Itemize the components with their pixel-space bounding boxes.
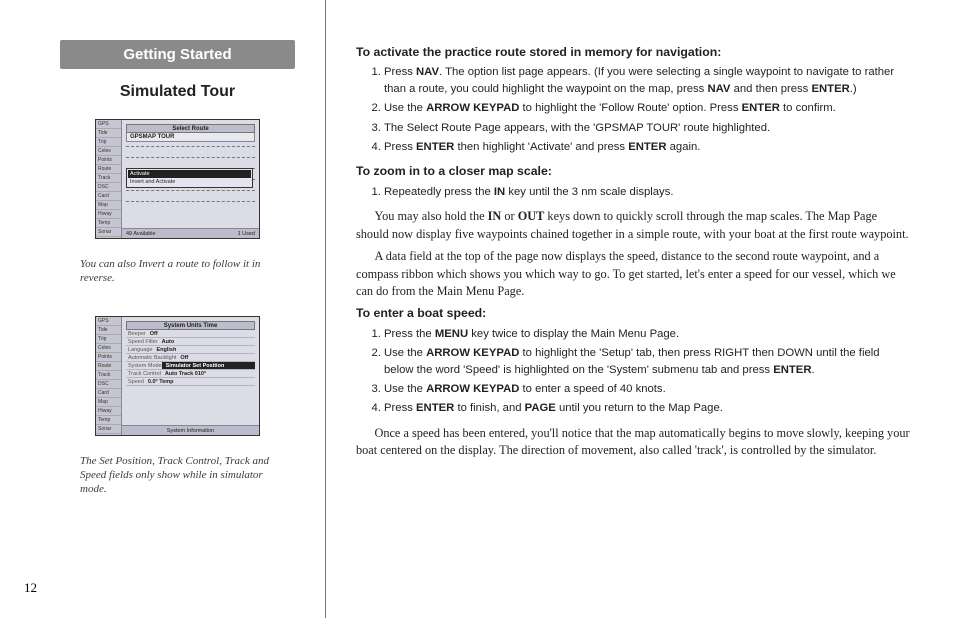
fig2-row: LanguageEnglish [126, 346, 255, 354]
steps-boat-speed: Press the MENU key twice to display the … [356, 326, 910, 417]
mini-tab: Route [96, 165, 121, 174]
mini-tab: Map [96, 398, 121, 407]
steps-zoom: Repeatedly press the IN key until the 3 … [356, 184, 910, 200]
page: Getting Started Simulated Tour GPSTideTr… [0, 0, 954, 618]
bold-key: ENTER [742, 102, 780, 114]
bold-key: IN [488, 209, 502, 223]
fig1-footer-right: 1 Used [238, 229, 255, 238]
mini-tab: Sonar [96, 425, 121, 434]
mini-tab: Temp [96, 416, 121, 425]
bold-key: PAGE [525, 402, 556, 414]
figure2-caption: The Set Position, Track Control, Track a… [80, 454, 280, 497]
figure1-caption: You can also Invert a route to follow it… [80, 257, 280, 286]
mini-tab: Track [96, 371, 121, 380]
figure-system-setup: GPSTideTripCelesPointsRouteTrackDSCCardM… [95, 316, 260, 436]
fig1-footer-left: 49 Available [126, 229, 156, 238]
bold-key: ARROW KEYPAD [426, 347, 519, 359]
mini-tab: Route [96, 362, 121, 371]
step: Press NAV. The option list page appears.… [384, 64, 910, 97]
mini-tab: Sonar [96, 228, 121, 237]
bold-key: MENU [435, 328, 468, 340]
mini-tab: Setup [96, 237, 121, 239]
bold-key: ENTER [811, 83, 849, 95]
heading-boat-speed: To enter a boat speed: [356, 305, 910, 322]
mini-tab: DSC [96, 380, 121, 389]
fig2-row: Automatic BacklightOff [126, 354, 255, 362]
steps-activate-route: Press NAV. The option list page appears.… [356, 64, 910, 155]
step: Press ENTER to finish, and PAGE until yo… [384, 400, 910, 416]
step: Press ENTER then highlight 'Activate' an… [384, 139, 910, 155]
fig1-route: GPSMAP TOUR [126, 133, 255, 142]
mini-tab: GPS [96, 120, 121, 129]
mini-tab: Hiway [96, 210, 121, 219]
paragraph-after-speed: Once a speed has been entered, you'll no… [356, 425, 910, 460]
mini-tab: Tide [96, 326, 121, 335]
fig1-menu-invert: Invert and Activate [128, 178, 251, 186]
bold-key: NAV [416, 66, 439, 78]
mini-tab: Map [96, 201, 121, 210]
mini-tab: Track [96, 174, 121, 183]
fig2-footer: System Information [167, 426, 214, 435]
section-tab: Getting Started [60, 40, 295, 69]
bold-key: ENTER [773, 364, 811, 376]
page-number: 12 [24, 580, 37, 596]
fig2-row: BeeperOff [126, 330, 255, 338]
mini-tab: DSC [96, 183, 121, 192]
step: Use the ARROW KEYPAD to enter a speed of… [384, 381, 910, 397]
mini-tab: Tide [96, 129, 121, 138]
bold-key: NAV [707, 83, 730, 95]
right-column: To activate the practice route stored in… [325, 0, 954, 618]
heading-zoom: To zoom in to a closer map scale: [356, 163, 910, 180]
fig1-menu-activate: Activate [128, 170, 251, 178]
left-column: Getting Started Simulated Tour GPSTideTr… [0, 0, 325, 618]
bold-key: IN [494, 186, 505, 198]
mini-tab: Celes [96, 344, 121, 353]
step: The Select Route Page appears, with the … [384, 120, 910, 136]
fig1-title: Select Route [126, 124, 255, 133]
mini-tab: Card [96, 389, 121, 398]
mini-tab: Temp [96, 219, 121, 228]
step: Press the MENU key twice to display the … [384, 326, 910, 342]
heading-activate-route: To activate the practice route stored in… [356, 44, 910, 61]
mini-tab: Celes [96, 147, 121, 156]
fig2-row: Track ControlAuto Track 010° [126, 370, 255, 378]
step: Repeatedly press the IN key until the 3 … [384, 184, 910, 200]
bold-key: OUT [518, 209, 545, 223]
figure-select-route: GPSTideTripCelesPointsRouteTrackDSCCardM… [95, 119, 260, 239]
bold-key: ENTER [628, 141, 666, 153]
mini-tab: Hiway [96, 407, 121, 416]
bold-key: ARROW KEYPAD [426, 102, 519, 114]
fig2-row: Speed FilterAuto [126, 338, 255, 346]
paragraph-data-field: A data field at the top of the page now … [356, 248, 910, 300]
mini-tab: Trip [96, 138, 121, 147]
bold-key: ENTER [416, 402, 454, 414]
mini-tab: Card [96, 192, 121, 201]
mini-tab: Setup [96, 434, 121, 436]
fig2-row: System ModeSimulator Set Position [126, 362, 255, 370]
mini-tab: GPS [96, 317, 121, 326]
fig2-top-tabs: System Units Time [126, 321, 255, 330]
subheading: Simulated Tour [60, 83, 295, 101]
fig2-row: Speed0.0° Temp [126, 378, 255, 386]
mini-tab: Trip [96, 335, 121, 344]
bold-key: ARROW KEYPAD [426, 383, 519, 395]
bold-key: ENTER [416, 141, 454, 153]
step: Use the ARROW KEYPAD to highlight the 'S… [384, 345, 910, 378]
mini-tab: Points [96, 353, 121, 362]
mini-tab: Points [96, 156, 121, 165]
step: Use the ARROW KEYPAD to highlight the 'F… [384, 100, 910, 116]
paragraph-scroll-scales: You may also hold the IN or OUT keys dow… [356, 208, 910, 243]
